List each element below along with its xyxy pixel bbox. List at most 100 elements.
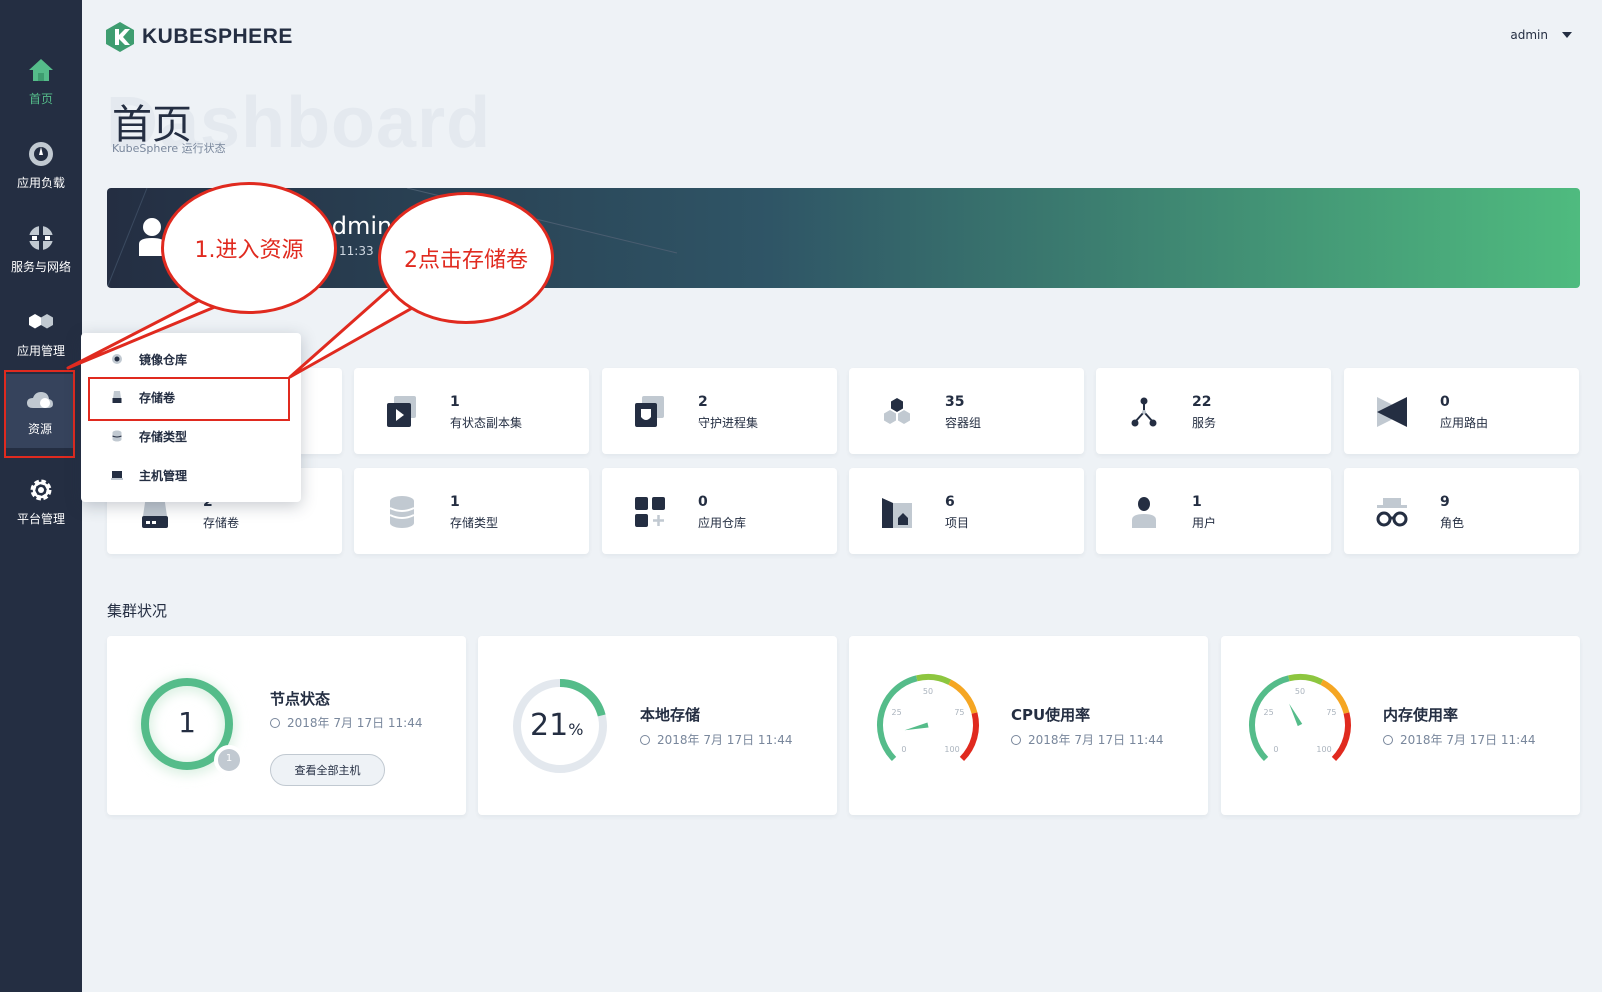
clock-icon bbox=[1383, 734, 1393, 745]
node-badge: 1 bbox=[225, 753, 233, 764]
gauge-tick-label: 75 bbox=[1326, 708, 1336, 717]
storage-class-icon bbox=[389, 496, 415, 528]
menu-item-host-management[interactable]: 主机管理 bbox=[81, 457, 301, 493]
stat-card-app-repo[interactable]: 0 应用仓库 bbox=[602, 468, 837, 554]
stat-value: 1 bbox=[1192, 494, 1202, 510]
gear-icon bbox=[27, 476, 55, 504]
nav-label: 首页 bbox=[28, 91, 53, 106]
gauge-arc-segment bbox=[916, 674, 952, 685]
stat-value: 1 bbox=[450, 494, 460, 510]
stat-label: 应用仓库 bbox=[698, 516, 747, 530]
gauge-tick-label: 0 bbox=[901, 745, 906, 754]
timestamp: 2018年 7月 17日 11:44 bbox=[287, 716, 423, 730]
annotation-callout-step1: 1.进入资源 bbox=[161, 182, 337, 314]
project-icon bbox=[882, 498, 912, 528]
node-count: 1 bbox=[178, 706, 196, 739]
nav-label: 服务与网络 bbox=[10, 259, 71, 274]
stat-label: 有状态副本集 bbox=[450, 416, 523, 430]
stat-label: 存储卷 bbox=[203, 516, 240, 530]
stat-label: 用户 bbox=[1192, 516, 1217, 530]
stat-label: 存储类型 bbox=[450, 516, 499, 530]
menu-item-label: 镜像仓库 bbox=[139, 352, 188, 367]
nav-item-workload[interactable]: 应用负载 bbox=[0, 126, 82, 204]
user-menu[interactable]: admin bbox=[1510, 28, 1572, 42]
nav-label: 平台管理 bbox=[16, 511, 65, 526]
stat-label: 角色 bbox=[1440, 516, 1465, 530]
gauge-arc-segment bbox=[959, 712, 979, 762]
stat-value: 2 bbox=[698, 394, 708, 410]
local-storage-title: 本地存储 bbox=[640, 706, 701, 724]
stat-card-statefulset[interactable]: 1 有状态副本集 bbox=[354, 368, 589, 454]
annotation-highlight-volumes bbox=[88, 377, 290, 421]
stat-value: 0 bbox=[698, 494, 708, 510]
cpu-usage-time: 2018年 7月 17日 11:44 bbox=[1011, 731, 1163, 748]
gauge-needle bbox=[904, 722, 929, 731]
network-icon bbox=[27, 224, 55, 252]
clock-icon bbox=[1011, 734, 1021, 745]
storage-value: 21 bbox=[530, 708, 569, 743]
logo-text: KUBESPHERE bbox=[142, 25, 293, 48]
stat-value: 35 bbox=[945, 394, 965, 410]
stat-label: 守护进程集 bbox=[698, 416, 759, 430]
stat-card-users[interactable]: 1 用户 bbox=[1096, 468, 1331, 554]
menu-item-storage-class[interactable]: 存储类型 bbox=[81, 418, 301, 454]
menu-item-label: 主机管理 bbox=[139, 468, 188, 483]
gauge-arc-segment bbox=[1331, 712, 1351, 762]
stat-card-pods[interactable]: 35 容器组 bbox=[849, 368, 1084, 454]
user-icon bbox=[1132, 497, 1156, 528]
memory-usage-card: 0 25 50 75 100 内存使用率 2018年 7月 17日 11:44 bbox=[1221, 636, 1580, 815]
cluster-section-title: 集群状况 bbox=[107, 602, 168, 620]
cpu-usage-card: 0 25 50 75 100 CPU使用率 2018年 7月 17日 11:44 bbox=[849, 636, 1208, 815]
stat-label: 服务 bbox=[1192, 416, 1217, 430]
stat-value: 22 bbox=[1192, 394, 1212, 410]
stat-card-services[interactable]: 22 服务 bbox=[1096, 368, 1331, 454]
nav-item-home[interactable]: 首页 bbox=[0, 42, 82, 120]
storage-class-icon bbox=[112, 430, 122, 442]
gauge-tick-label: 0 bbox=[1273, 745, 1278, 754]
annotation-callout-step2: 2点击存储卷 bbox=[378, 192, 554, 324]
cpu-gauge: 0 25 50 75 100 bbox=[877, 674, 979, 762]
gauge-arc-segment bbox=[1288, 674, 1324, 685]
logo[interactable]: KUBESPHERE bbox=[106, 22, 293, 52]
memory-usage-title: 内存使用率 bbox=[1383, 706, 1459, 724]
stat-card-roles[interactable]: 9 角色 bbox=[1344, 468, 1579, 554]
view-all-hosts-button[interactable]: 查看全部主机 bbox=[270, 754, 385, 786]
memory-usage-time: 2018年 7月 17日 11:44 bbox=[1383, 731, 1535, 748]
stat-card-ingress[interactable]: 0 应用路由 bbox=[1344, 368, 1579, 454]
memory-gauge: 0 25 50 75 100 bbox=[1249, 674, 1351, 762]
sidebar: 首页 应用负载 服务与网络 应用管理 资源 平台管理 bbox=[0, 0, 82, 992]
stat-card-storage-class[interactable]: 1 存储类型 bbox=[354, 468, 589, 554]
gauge-arc-segment bbox=[1249, 675, 1290, 762]
stat-card-daemonset[interactable]: 2 守护进程集 bbox=[602, 368, 837, 454]
nav-item-network[interactable]: 服务与网络 bbox=[0, 210, 82, 288]
menu-item-label: 存储类型 bbox=[139, 429, 188, 444]
nav-item-app-management[interactable]: 应用管理 bbox=[0, 294, 82, 372]
timestamp: 2018年 7月 17日 11:44 bbox=[1400, 733, 1536, 747]
daemonset-icon bbox=[635, 396, 664, 427]
caret-down-icon bbox=[1562, 32, 1572, 38]
pod-icon bbox=[884, 398, 910, 424]
local-storage-card: 21% 本地存储 2018年 7月 17日 11:44 bbox=[478, 636, 837, 815]
menu-item-image-registry[interactable]: 镜像仓库 bbox=[81, 341, 301, 377]
nav-item-platform[interactable]: 平台管理 bbox=[0, 462, 82, 540]
gauge-tick-label: 50 bbox=[1295, 687, 1305, 696]
node-status-card: 1 1 节点状态 2018年 7月 17日 11:44 查看全部主机 bbox=[107, 636, 466, 815]
workload-icon bbox=[27, 140, 55, 168]
gauge-tick-label: 50 bbox=[923, 687, 933, 696]
home-icon bbox=[27, 56, 55, 84]
role-icon bbox=[1376, 498, 1408, 527]
timestamp: 2018年 7月 17日 11:44 bbox=[1028, 733, 1164, 747]
clock-icon bbox=[270, 717, 280, 728]
gauge-tick-label: 25 bbox=[891, 708, 901, 717]
stat-value: 0 bbox=[1440, 394, 1450, 410]
banner-login-time: 11:33 bbox=[339, 244, 374, 258]
storage-unit: % bbox=[568, 720, 584, 739]
stat-value: 1 bbox=[450, 394, 460, 410]
storage-percent: 21% bbox=[530, 708, 583, 743]
ingress-icon bbox=[1377, 397, 1407, 427]
nav-label: 应用管理 bbox=[16, 343, 65, 358]
stat-value: 6 bbox=[945, 494, 955, 510]
stat-card-projects[interactable]: 6 项目 bbox=[849, 468, 1084, 554]
stat-label: 容器组 bbox=[945, 416, 982, 430]
page-subtitle: KubeSphere 运行状态 bbox=[112, 142, 226, 155]
